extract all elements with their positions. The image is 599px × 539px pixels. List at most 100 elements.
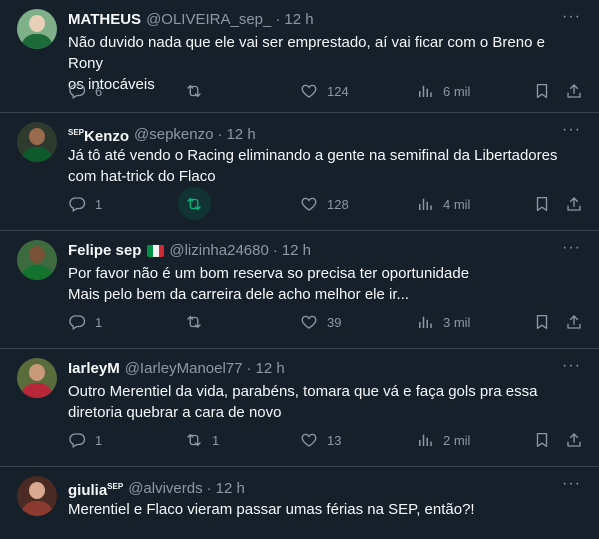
heart-icon <box>300 195 318 213</box>
more-options-icon[interactable]: ··· <box>562 475 581 493</box>
share-icon <box>565 82 583 100</box>
tweet[interactable]: giuliaSEP @alviverds · 12 h ··· Merentie… <box>0 467 599 539</box>
views-button[interactable]: 6 mil <box>416 81 470 101</box>
view-count: 4 mil <box>443 196 471 212</box>
bookmark-button[interactable] <box>533 194 551 214</box>
author-name-text: giulia <box>68 482 108 499</box>
tweet-header: Felipe sep @lizinha24680 · 12 h <box>68 241 559 260</box>
views-button[interactable]: 3 mil <box>416 312 470 332</box>
timestamp[interactable]: 12 h <box>256 359 285 378</box>
avatar[interactable] <box>17 9 57 49</box>
like-count: 128 <box>327 196 349 212</box>
reply-button[interactable]: 6 <box>68 81 102 101</box>
tweet-text: Por favor não é um bom reserva so precis… <box>68 263 579 305</box>
bookmark-button[interactable] <box>533 430 551 450</box>
view-count: 3 mil <box>443 314 471 330</box>
reply-button[interactable]: 1 <box>68 194 102 214</box>
like-button[interactable]: 124 <box>300 81 349 101</box>
timestamp[interactable]: 12 h <box>216 479 245 498</box>
author-name[interactable]: MATHEUS <box>68 10 141 29</box>
share-button[interactable] <box>565 312 583 332</box>
share-icon <box>565 313 583 331</box>
retweet-icon <box>185 313 203 331</box>
tweet-actions: 6 124 6 mil <box>68 81 581 101</box>
bar-chart-icon <box>416 313 434 331</box>
separator: · <box>275 11 281 28</box>
share-button[interactable] <box>565 430 583 450</box>
share-icon <box>565 431 583 449</box>
tweet-text: Outro Merentiel da vida, parabéns, tomar… <box>68 381 579 423</box>
tweet-text-line: Por favor não é um bom reserva so precis… <box>68 265 470 282</box>
retweet-button[interactable]: 1 <box>185 430 219 450</box>
like-count: 13 <box>327 432 342 448</box>
views-button[interactable]: 2 mil <box>416 430 470 450</box>
timestamp[interactable]: 12 h <box>226 125 255 144</box>
timestamp[interactable]: 12 h <box>284 10 313 29</box>
author-name[interactable]: Felipe sep <box>68 241 141 260</box>
share-button[interactable] <box>565 194 583 214</box>
avatar[interactable] <box>17 358 57 398</box>
tweet-text-line: com hat-trick do Flaco <box>68 168 216 185</box>
tweet[interactable]: IarleyM @IarleyManoel77 · 12 h ··· Outro… <box>0 349 599 467</box>
like-button[interactable]: 39 <box>300 312 341 332</box>
tweet-text: Já tô até vendo o Racing eliminando a ge… <box>68 145 579 187</box>
tweet[interactable]: Felipe sep @lizinha24680 · 12 h ··· Por … <box>0 231 599 349</box>
separator: · <box>206 480 212 497</box>
tweet-header: SEPKenzo @sepkenzo · 12 h <box>68 123 559 146</box>
heart-icon <box>300 82 318 100</box>
more-options-icon[interactable]: ··· <box>562 357 581 375</box>
like-button[interactable]: 13 <box>300 430 341 450</box>
reply-icon <box>68 313 86 331</box>
bookmark-button[interactable] <box>533 312 551 332</box>
reply-count: 1 <box>95 314 103 330</box>
author-name[interactable]: SEPKenzo <box>68 123 129 146</box>
tweet[interactable]: SEPKenzo @sepkenzo · 12 h ··· Já tô até … <box>0 113 599 231</box>
italy-flag-icon <box>147 244 165 257</box>
tweet-actions: 1 128 4 mil <box>68 187 583 220</box>
author-name[interactable]: giuliaSEP <box>68 477 123 500</box>
author-handle[interactable]: @alviverds <box>128 479 202 498</box>
avatar[interactable] <box>17 240 57 280</box>
timestamp[interactable]: 12 h <box>282 241 311 260</box>
author-handle[interactable]: @OLIVEIRA_sep_ <box>146 10 271 29</box>
tweet-header: MATHEUS @OLIVEIRA_sep_ · 12 h <box>68 10 559 29</box>
bookmark-icon <box>533 313 551 331</box>
tweet-text-line: diretoria quebrar a cara de novo <box>68 404 282 421</box>
retweet-count: 1 <box>212 432 220 448</box>
more-options-icon[interactable]: ··· <box>562 239 581 257</box>
author-name-text: Kenzo <box>84 128 130 145</box>
tweet-header: IarleyM @IarleyManoel77 · 12 h <box>68 359 559 378</box>
heart-icon <box>300 313 318 331</box>
like-count: 124 <box>327 83 349 99</box>
tweet-text: Merentiel e Flaco vieram passar umas fér… <box>68 499 579 520</box>
more-options-icon[interactable]: ··· <box>562 8 581 26</box>
retweet-button[interactable] <box>178 187 211 220</box>
like-button[interactable]: 128 <box>300 194 349 214</box>
separator: · <box>246 360 252 377</box>
reply-icon <box>68 195 86 213</box>
bookmark-button[interactable] <box>533 81 551 101</box>
reply-button[interactable]: 1 <box>68 430 102 450</box>
author-name[interactable]: IarleyM <box>68 359 120 378</box>
tweet-header: giuliaSEP @alviverds · 12 h <box>68 477 559 500</box>
retweet-button[interactable] <box>185 81 203 101</box>
tweet-text-line: Merentiel e Flaco vieram passar umas fér… <box>68 501 475 518</box>
reply-count: 1 <box>95 196 103 212</box>
retweet-icon <box>185 431 203 449</box>
separator: · <box>217 126 223 143</box>
avatar[interactable] <box>17 122 57 162</box>
reply-button[interactable]: 1 <box>68 312 102 332</box>
avatar[interactable] <box>17 476 57 516</box>
retweet-button[interactable] <box>185 312 203 332</box>
retweet-icon <box>185 195 203 213</box>
views-button[interactable]: 4 mil <box>416 194 470 214</box>
reply-count: 6 <box>95 83 103 99</box>
share-button[interactable] <box>565 81 583 101</box>
tweet[interactable]: MATHEUS @OLIVEIRA_sep_ · 12 h ··· Não du… <box>0 0 599 113</box>
view-count: 2 mil <box>443 432 471 448</box>
tweet-text-line: Não duvido nada que ele vai ser empresta… <box>68 34 545 72</box>
more-options-icon[interactable]: ··· <box>562 121 581 139</box>
author-handle[interactable]: @sepkenzo <box>134 125 213 144</box>
author-handle[interactable]: @lizinha24680 <box>169 241 268 260</box>
author-handle[interactable]: @IarleyManoel77 <box>125 359 243 378</box>
